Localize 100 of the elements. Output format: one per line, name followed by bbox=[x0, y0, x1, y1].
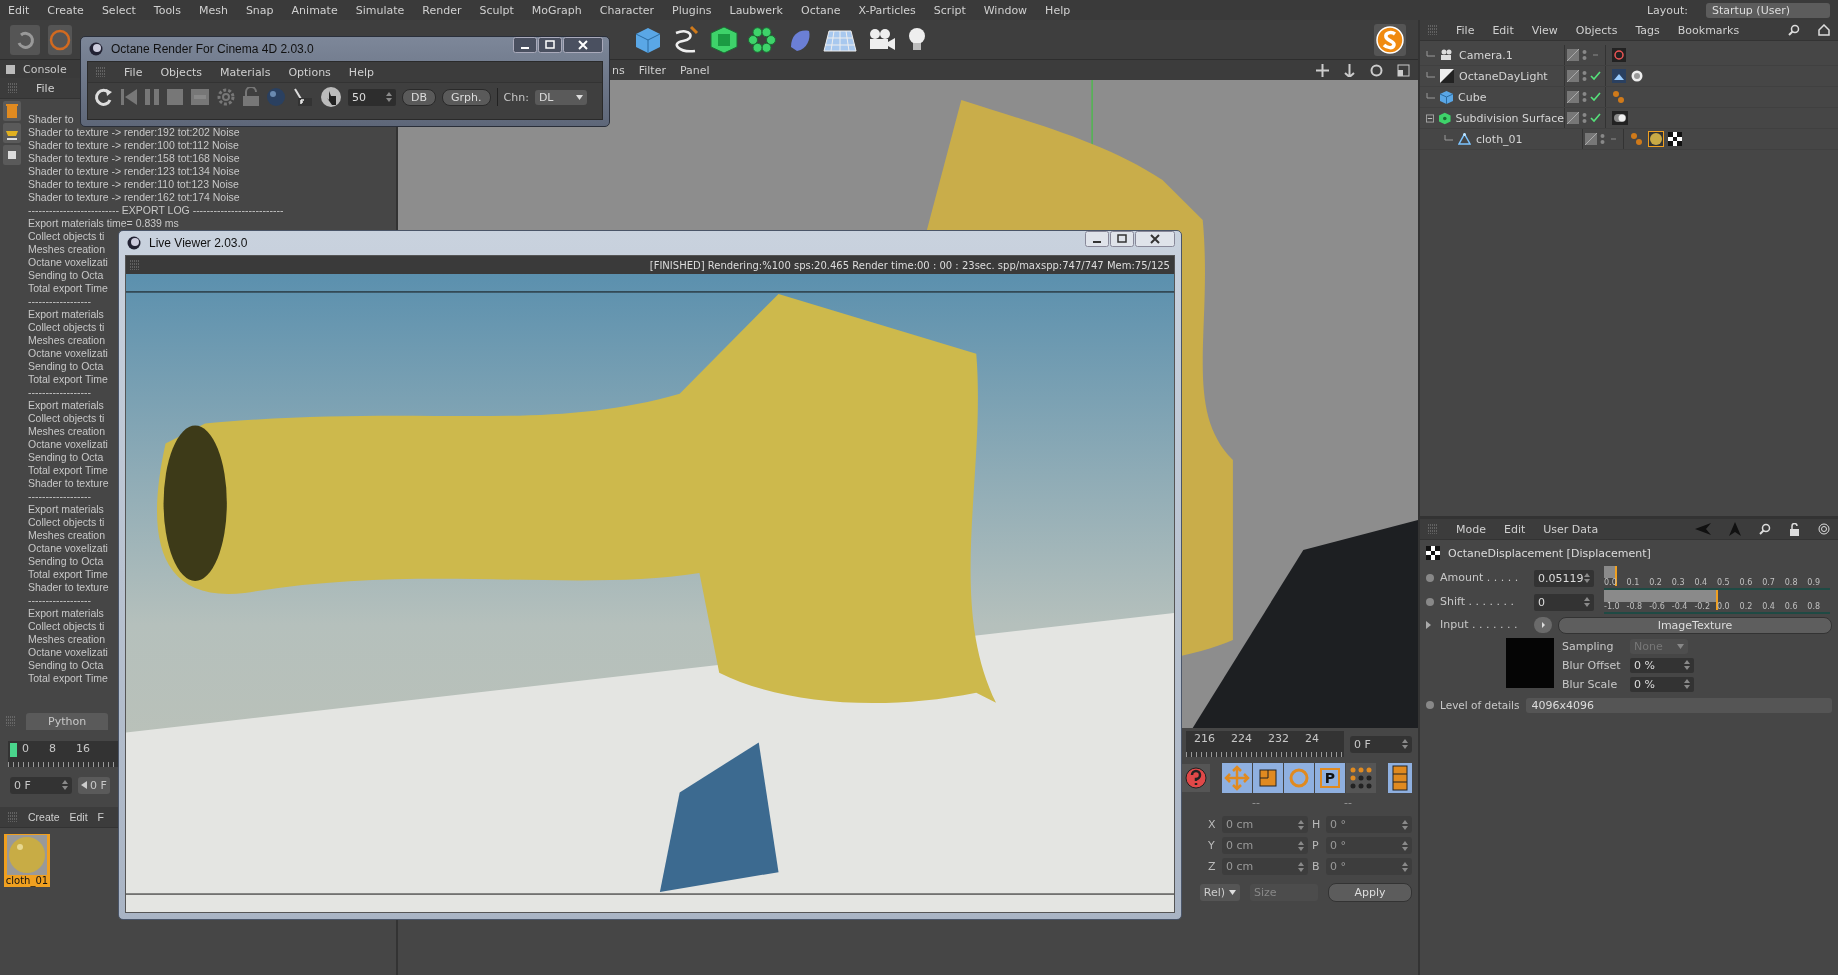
menu-item[interactable]: Materials bbox=[220, 65, 271, 79]
menu-item[interactable]: Snap bbox=[245, 3, 274, 17]
sky-tag-icon[interactable] bbox=[1612, 69, 1626, 83]
menu-item[interactable]: Script bbox=[933, 3, 966, 17]
subdivision-cube-icon[interactable] bbox=[709, 24, 739, 55]
cloner-icon[interactable] bbox=[747, 24, 777, 55]
zoom-view-icon[interactable] bbox=[1343, 63, 1356, 77]
samples-field[interactable]: 50 bbox=[348, 88, 396, 106]
object-name[interactable]: Subdivision Surface bbox=[1455, 111, 1564, 125]
checkmark-icon[interactable] bbox=[1590, 113, 1601, 123]
animate-dot-icon[interactable] bbox=[1426, 598, 1434, 606]
menu-item[interactable]: Objects bbox=[1575, 23, 1618, 37]
checker-tag-icon[interactable] bbox=[1668, 132, 1682, 146]
settings-icon[interactable] bbox=[216, 87, 236, 107]
menu-item[interactable]: Create bbox=[47, 3, 84, 17]
animate-dot-icon[interactable] bbox=[1426, 701, 1434, 709]
grip-icon[interactable] bbox=[1428, 524, 1438, 534]
menu-item[interactable]: Window bbox=[983, 3, 1028, 17]
menu-item[interactable]: Plugins bbox=[672, 3, 712, 17]
lock-icon[interactable] bbox=[1789, 522, 1800, 536]
spinner-arrows-icon[interactable] bbox=[1402, 739, 1408, 749]
object-row[interactable]: Camera.1 bbox=[1420, 45, 1838, 66]
menu-item[interactable]: User Data bbox=[1543, 522, 1599, 536]
menu-item[interactable]: Render bbox=[422, 3, 462, 17]
menu-item[interactable]: Help bbox=[1045, 3, 1071, 17]
position-field[interactable]: 0 cm bbox=[1222, 837, 1308, 854]
python-tab[interactable]: Python bbox=[26, 712, 109, 730]
spinner-arrows-icon[interactable] bbox=[1402, 819, 1408, 830]
scale-icon[interactable] bbox=[1253, 763, 1283, 793]
close-icon[interactable] bbox=[1135, 231, 1175, 247]
dots-grid-icon[interactable] bbox=[1346, 763, 1376, 793]
rotation-field[interactable]: 0 ° bbox=[1326, 858, 1412, 875]
graph-button[interactable]: Grph. bbox=[442, 88, 491, 106]
maximize-icon[interactable] bbox=[538, 37, 562, 53]
menu-item[interactable]: Laubwerk bbox=[729, 3, 783, 17]
animate-dot-icon[interactable] bbox=[1426, 574, 1434, 582]
menu-item[interactable]: Character bbox=[599, 3, 655, 17]
menu-item[interactable]: View bbox=[1531, 23, 1558, 37]
menu-item[interactable]: Mesh bbox=[198, 3, 228, 17]
menu-item[interactable]: Octane bbox=[801, 3, 841, 17]
home-icon[interactable] bbox=[1818, 24, 1830, 36]
menu-item[interactable]: ns bbox=[612, 63, 625, 77]
material-name[interactable]: cloth_01 bbox=[5, 875, 49, 886]
grip-icon[interactable] bbox=[130, 260, 140, 270]
grip-icon[interactable] bbox=[6, 716, 16, 726]
value-field[interactable]: 0 % bbox=[1630, 657, 1694, 673]
play-button-icon[interactable] bbox=[1534, 617, 1552, 633]
expand-triangle-icon[interactable] bbox=[1426, 621, 1431, 629]
rotation-field[interactable]: 0 ° bbox=[1326, 837, 1412, 854]
undo-icon[interactable] bbox=[10, 24, 40, 55]
menu-item[interactable]: Objects bbox=[160, 65, 202, 79]
grip-icon[interactable] bbox=[1428, 25, 1438, 35]
menu-item[interactable]: Select bbox=[101, 3, 136, 17]
spinner-arrows-icon[interactable] bbox=[62, 780, 68, 790]
menu-item[interactable]: File bbox=[1456, 23, 1475, 37]
minimize-icon[interactable] bbox=[1085, 231, 1109, 247]
menu-item[interactable]: Filter bbox=[638, 63, 666, 77]
layout-dropdown[interactable]: Startup (User) bbox=[1706, 2, 1830, 18]
sphere-icon[interactable] bbox=[266, 87, 286, 107]
checkmark-icon[interactable] bbox=[1590, 71, 1601, 81]
maximize-view-icon[interactable] bbox=[1397, 63, 1410, 77]
spinner-arrows-icon[interactable] bbox=[1298, 861, 1304, 872]
spinner-arrows-icon[interactable] bbox=[1402, 840, 1408, 851]
film-strip-icon[interactable] bbox=[1388, 763, 1412, 793]
menu-item[interactable]: Edit bbox=[1492, 23, 1514, 37]
menu-item[interactable]: Help bbox=[348, 65, 374, 79]
object-name[interactable]: OctaneDayLight bbox=[1459, 69, 1548, 83]
menu-item[interactable]: Create bbox=[28, 811, 60, 823]
pause-icon[interactable] bbox=[144, 87, 160, 107]
material-tag-icon[interactable] bbox=[1648, 131, 1664, 147]
menu-item[interactable]: File bbox=[36, 81, 55, 95]
menu-item[interactable]: Bookmarks bbox=[1677, 23, 1740, 37]
search-icon[interactable] bbox=[1759, 523, 1771, 535]
menu-item[interactable]: Options bbox=[288, 65, 331, 79]
timeline-ruler[interactable]: 216 224 232 24 bbox=[1186, 731, 1344, 757]
menu-item[interactable]: MoGraph bbox=[531, 3, 582, 17]
close-icon[interactable] bbox=[563, 37, 603, 53]
hand-pointer-icon[interactable] bbox=[320, 86, 342, 108]
frame-field[interactable]: 0 F bbox=[10, 776, 72, 794]
checkmark-icon[interactable] bbox=[1590, 92, 1601, 102]
object-name[interactable]: Cube bbox=[1458, 90, 1487, 104]
object-row[interactable]: Subdivision Surface bbox=[1420, 108, 1838, 129]
target-icon[interactable] bbox=[1818, 523, 1830, 535]
menu-item[interactable]: Tags bbox=[1635, 23, 1660, 37]
sun-tag-icon[interactable] bbox=[1630, 69, 1644, 83]
dots-tag-icon[interactable] bbox=[1612, 90, 1626, 104]
grip-icon[interactable] bbox=[8, 83, 18, 93]
material-swatch[interactable]: cloth_01 bbox=[4, 834, 50, 887]
maximize-icon[interactable] bbox=[1110, 231, 1134, 247]
grip-icon[interactable] bbox=[8, 812, 18, 822]
apply-button[interactable]: Apply bbox=[1328, 883, 1412, 902]
visibility-dots-icon[interactable] bbox=[1600, 133, 1605, 145]
object-row[interactable]: OctaneDayLight bbox=[1420, 66, 1838, 87]
grip-icon[interactable] bbox=[96, 67, 106, 77]
visibility-dots-icon[interactable] bbox=[1582, 91, 1587, 103]
spinner-arrows-icon[interactable] bbox=[1298, 840, 1304, 851]
menu-item[interactable]: X-Particles bbox=[858, 3, 916, 17]
value-field[interactable]: 0.05119 bbox=[1534, 569, 1594, 587]
value-field[interactable]: 0 bbox=[1534, 593, 1594, 611]
texture-button[interactable]: ImageTexture bbox=[1558, 616, 1832, 634]
